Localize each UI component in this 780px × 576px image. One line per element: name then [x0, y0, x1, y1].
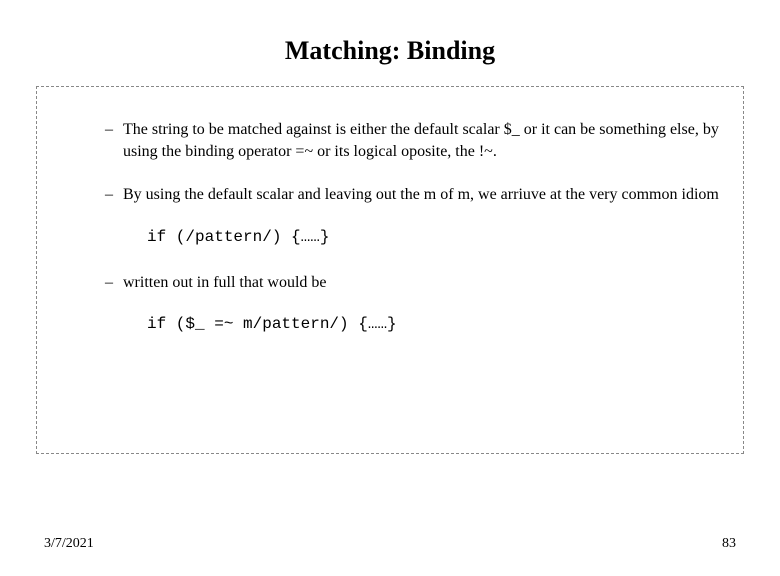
- bullet-dash: –: [105, 119, 113, 162]
- slide: Matching: Binding – The string to be mat…: [0, 36, 780, 576]
- bullet-dash: –: [105, 184, 113, 206]
- code-block: if (/pattern/) {……}: [147, 228, 719, 246]
- bullet-item: – written out in full that would be: [61, 272, 719, 294]
- content-box: – The string to be matched against is ei…: [36, 86, 744, 454]
- footer-page-number: 83: [722, 536, 736, 552]
- bullet-text: The string to be matched against is eith…: [123, 119, 719, 162]
- slide-title: Matching: Binding: [0, 36, 780, 66]
- bullet-item: – By using the default scalar and leavin…: [61, 184, 719, 206]
- code-block: if ($_ =~ m/pattern/) {……}: [147, 315, 719, 333]
- footer-date: 3/7/2021: [44, 536, 94, 552]
- bullet-text: By using the default scalar and leaving …: [123, 184, 719, 206]
- bullet-text: written out in full that would be: [123, 272, 719, 294]
- bullet-item: – The string to be matched against is ei…: [61, 119, 719, 162]
- bullet-dash: –: [105, 272, 113, 294]
